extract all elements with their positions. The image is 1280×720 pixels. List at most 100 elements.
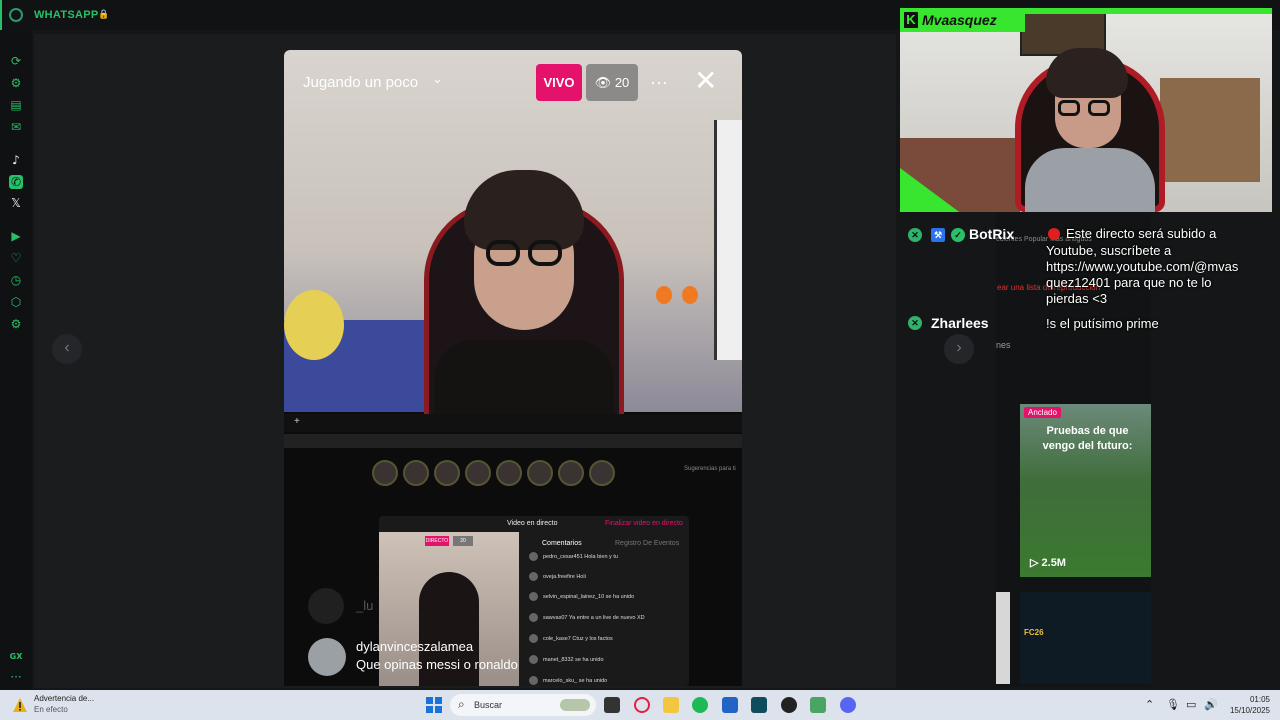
display-icon[interactable]: ▭ — [1186, 698, 1196, 711]
story-avatar[interactable] — [465, 460, 491, 486]
check-badge-icon: ✓ — [951, 228, 965, 242]
body — [1025, 148, 1155, 212]
heart-icon[interactable]: ♡ — [9, 251, 23, 265]
refresh-icon[interactable]: ⟳ — [9, 54, 23, 68]
discord-icon[interactable] — [840, 697, 856, 713]
shelf — [1160, 78, 1260, 182]
orange-decor — [682, 286, 698, 304]
history-icon[interactable]: ◷ — [9, 273, 23, 287]
story-avatar[interactable] — [372, 460, 398, 486]
progress-bar[interactable]: + — [284, 414, 742, 432]
botrix-message-line: Este directo será subido a — [1066, 226, 1217, 241]
inner-comment: oveja.freefire Holi — [529, 572, 586, 581]
chevron-down-icon[interactable]: ⌄ — [432, 71, 443, 87]
video-card[interactable]: FC26 — [1020, 592, 1151, 684]
opera-icon[interactable] — [634, 697, 650, 713]
tab-events[interactable]: Registro De Eventos — [615, 540, 679, 547]
webcam-overlay — [900, 8, 1272, 212]
opera-gx-logo-icon[interactable] — [9, 8, 23, 22]
player-icon[interactable]: ▶ — [9, 229, 23, 243]
eye-icon: 👁 — [594, 75, 615, 90]
live-badge: VIVO — [536, 64, 582, 101]
search-icon: ⌕ — [458, 697, 465, 711]
story-avatar[interactable] — [403, 460, 429, 486]
inner-comment: cole_kase7 Ctuz y los factos — [529, 634, 613, 643]
botrix-message-line: Youtube, suscríbete a — [1046, 243, 1172, 258]
extensions-icon[interactable]: ⬡ — [9, 295, 23, 309]
next-story-button[interactable]: › — [944, 334, 974, 364]
warning-icon[interactable] — [12, 697, 28, 713]
store-icon[interactable] — [722, 697, 738, 713]
viewer-count: 👁 20 — [586, 64, 638, 101]
botrix-message-line: pierdas <3 — [1046, 291, 1108, 306]
file-explorer-icon[interactable] — [663, 697, 679, 713]
x-twitter-icon[interactable]: 𝕏 — [9, 196, 23, 210]
prev-story-button[interactable]: ‹ — [52, 334, 82, 364]
comment-text: Que opinas messi o ronaldo — [356, 657, 518, 672]
microphone-icon[interactable]: 🎙 — [1166, 698, 1180, 711]
pinned-video-card[interactable]: Anclado Pruebas de que vengo del futuro:… — [1020, 404, 1151, 577]
chevron-up-icon[interactable]: ⌃ — [1145, 698, 1154, 711]
play-count: ▷ 2.5M — [1030, 557, 1066, 569]
app-title: WHATSAPP — [34, 9, 99, 21]
avatar[interactable] — [308, 638, 346, 676]
time: 01:05 — [1249, 695, 1270, 704]
inner-viewer-badge: 20 — [453, 536, 473, 546]
more-icon[interactable]: ··· — [9, 670, 23, 684]
zharlees-message: !s el putísimo prime — [1046, 316, 1159, 331]
card-label: FC26 — [1024, 628, 1044, 637]
glasses-right — [1088, 100, 1110, 116]
messenger-icon[interactable]: ✉ — [9, 120, 23, 134]
sidebar: ⟳ ⚙ ▤ ✉ ♪ ✆ 𝕏 ▶ ♡ ◷ ⬡ ⚙ GX ··· — [0, 30, 32, 690]
more-options-icon[interactable]: ··· — [650, 72, 668, 93]
verified-badge-icon: ✕ — [908, 316, 922, 330]
task-view-icon[interactable] — [604, 697, 620, 713]
settings-icon[interactable]: ⚙ — [9, 317, 23, 331]
windows-taskbar: Advertencia de... En efecto ⌕ Buscar ⌃ 🎙… — [0, 690, 1280, 720]
bot-badge-icon: ⚒ — [931, 228, 945, 242]
story-avatar[interactable] — [558, 460, 584, 486]
search-box[interactable]: ⌕ Buscar — [450, 694, 596, 716]
terminal-icon[interactable] — [751, 697, 767, 713]
plus-icon[interactable]: + — [294, 416, 300, 427]
comment-username[interactable]: dylanvinceszalamea — [356, 639, 473, 654]
live-title[interactable]: Jugando un poco — [303, 74, 418, 91]
story-avatar[interactable] — [496, 460, 522, 486]
gx-label[interactable]: GX — [9, 650, 23, 664]
story-avatar[interactable] — [589, 460, 615, 486]
warning-title[interactable]: Advertencia de... — [34, 694, 94, 703]
whatsapp-icon[interactable]: ✆ — [9, 175, 23, 189]
tiktok-icon[interactable]: ♪ — [9, 153, 23, 167]
finish-live-button[interactable]: Finalizar video en directo — [605, 520, 683, 527]
inner-comment: manet_8332 se ha unido — [529, 655, 604, 664]
door — [714, 120, 742, 360]
opera-gx-icon[interactable] — [781, 697, 797, 713]
suggestions-label: Sugerencias para ti — [684, 466, 736, 472]
date: 15/10/2025 — [1229, 706, 1270, 715]
story-avatar[interactable] — [527, 460, 553, 486]
chatgpt-icon[interactable]: ⚙ — [9, 76, 23, 90]
spotify-icon[interactable] — [692, 697, 708, 713]
clock[interactable]: 01:05 15/10/2025 — [1222, 694, 1270, 716]
inner-comment: marcelo_sku_ se ha unido — [529, 676, 607, 685]
volume-icon[interactable]: 🔊 — [1204, 698, 1218, 711]
windows-start-icon[interactable] — [426, 697, 442, 713]
story-avatar[interactable] — [434, 460, 460, 486]
divider — [284, 434, 742, 448]
chat-username-zharlees: Zharlees — [931, 315, 989, 331]
side-card[interactable] — [996, 592, 1010, 684]
notes-icon[interactable]: ▤ — [9, 98, 23, 112]
faded-username: _lu — [356, 598, 374, 613]
inner-live-badge: DIRECTO — [425, 536, 449, 546]
pinned-badge: Anclado — [1024, 407, 1061, 418]
bg-label: nes — [996, 340, 1011, 350]
app-icon[interactable] — [810, 697, 826, 713]
close-icon[interactable]: ✕ — [694, 66, 717, 96]
search-highlight-image — [560, 699, 590, 711]
warning-subtitle: En efecto — [34, 705, 68, 714]
glasses-left — [1058, 100, 1080, 116]
tab-comments[interactable]: Comentarios — [542, 540, 582, 547]
pikachu-plush — [284, 290, 344, 360]
streamer-name: Mvaasquez — [922, 12, 997, 28]
lock-icon: 🔒 — [98, 9, 110, 19]
